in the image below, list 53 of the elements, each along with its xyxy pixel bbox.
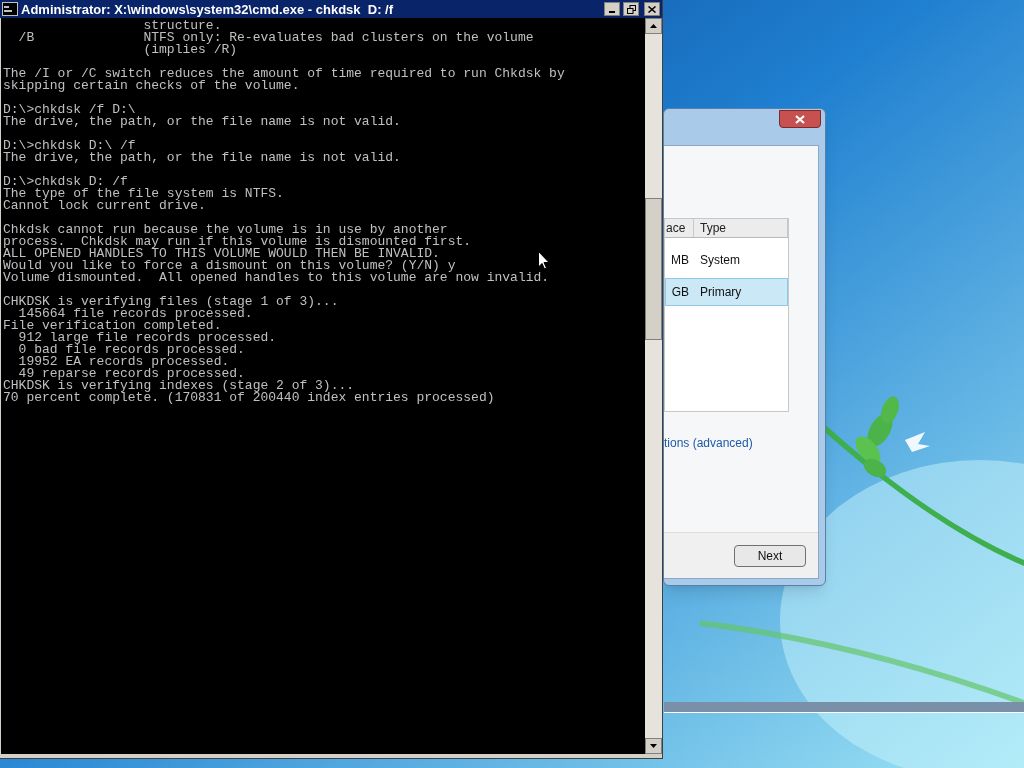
scroll-thumb[interactable] (645, 198, 662, 340)
table-cell-text: System (699, 252, 741, 269)
console-line: The drive, the path, or the file name is not valid. (3, 116, 401, 128)
console-line: /B NTFS only: Re-evaluates bad clusters on the volume (17, 32, 534, 44)
close-button[interactable] (644, 2, 660, 16)
console-line: 70 percent complete. (170831 of 200440 index entries processed) (3, 392, 495, 404)
cursor-icon (538, 251, 550, 270)
console-line: Would you like to force a dismount on this volume? (Y/N) y (3, 260, 456, 272)
restore-icon (626, 4, 636, 14)
console-line: 0 bad file records processed. (17, 344, 245, 356)
table-cell-text: GB (670, 284, 690, 301)
console-line: (implies /R) (142, 44, 238, 56)
console-line: 49 reparse records processed. (18, 368, 245, 380)
console-line: ALL OPENED HANDLES TO THIS VOLUME WOULD THEN BE INVALID. (3, 248, 440, 260)
column-header[interactable]: Type (694, 219, 788, 237)
table-cell-text: MB (670, 252, 690, 269)
console-line: D:\>chkdsk /f D:\ (3, 104, 136, 116)
console-line: D:\>chkdsk D: /f (3, 176, 128, 188)
console-line: Cannot lock current drive. (3, 200, 206, 212)
console-line: process. Chkdsk may run if this volume is dismounted first. (3, 236, 472, 248)
scroll-down-button[interactable] (645, 738, 662, 754)
console-line: 145664 file records processed. (18, 308, 253, 320)
console-line: D:\>chkdsk D:\ /f (3, 140, 136, 152)
close-icon (648, 5, 656, 13)
scrollbar[interactable] (645, 18, 662, 754)
console-line: Volume dismounted. All opened handles to this volume are now invalid. (3, 272, 550, 284)
partition-row[interactable]: GB Primary (665, 278, 788, 306)
down-arrow-icon (650, 744, 657, 748)
advanced-options-link[interactable]: tions (advanced) (664, 436, 753, 450)
console-line: The type of the file system is NTFS. (3, 188, 284, 200)
console-line: Chkdsk cannot run because the volume is in use by another (3, 224, 448, 236)
table-cell-text: Primary (699, 284, 743, 301)
console-icon (2, 2, 18, 16)
window-title: Administrator: X:\windows\system32\cmd.exe - chkdsk D: /f (21, 2, 395, 16)
console-line: structure. (142, 20, 222, 32)
console-line: CHKDSK is verifying indexes (stage 2 of 3)... (3, 380, 355, 392)
next-button[interactable]: Next (734, 544, 806, 567)
scroll-up-button[interactable] (645, 18, 662, 34)
restore-button[interactable] (623, 2, 639, 16)
minimize-icon (609, 11, 615, 13)
column-header[interactable]: ace (665, 219, 694, 237)
minimize-button[interactable] (604, 2, 620, 16)
console-line: The /I or /C switch reduces the amount of time required to run Chkdsk by (3, 68, 565, 80)
console-line: 912 large file records processed. (17, 332, 277, 344)
close-button[interactable] (779, 110, 821, 128)
console-line: File verification completed. (3, 320, 222, 332)
up-arrow-icon (650, 24, 657, 28)
console-line: skipping certain checks of the volume. (3, 80, 300, 92)
console-line: CHKDSK is verifying files (stage 1 of 3)... (3, 296, 339, 308)
console-line: 19952 EA records processed. (17, 356, 230, 368)
console-line: The drive, the path, or the file name is not valid. (3, 152, 401, 164)
close-icon (795, 114, 805, 124)
partition-row[interactable]: MB System (665, 246, 788, 274)
